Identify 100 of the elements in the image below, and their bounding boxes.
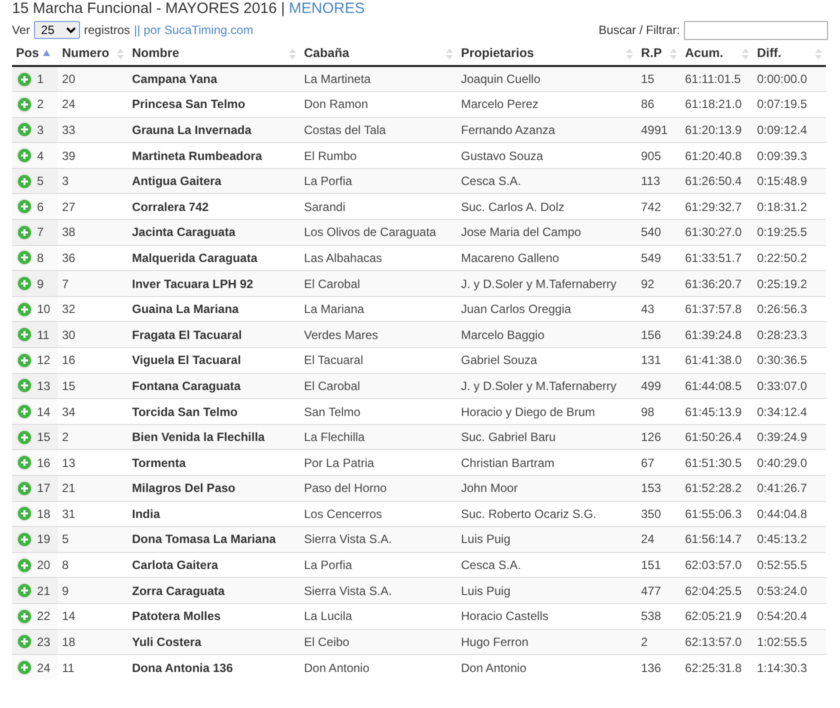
difference-cell: 0:45:13.2 xyxy=(753,526,826,552)
number-cell: 18 xyxy=(58,629,128,655)
expand-plus-icon[interactable] xyxy=(16,96,33,113)
difference-cell: 0:19:25.5 xyxy=(753,220,826,246)
number-cell: 3 xyxy=(58,168,128,194)
expand-plus-icon[interactable] xyxy=(16,556,33,574)
expand-plus-icon[interactable] xyxy=(16,505,33,522)
position-cell-text: 15 xyxy=(37,429,50,446)
position-cell-text: 12 xyxy=(37,352,50,370)
search-field[interactable] xyxy=(684,20,828,40)
cabana-cell: Don Antonio xyxy=(300,654,457,680)
expand-plus-icon[interactable] xyxy=(16,352,33,369)
position-cell-text: 1 xyxy=(37,71,44,88)
rp-cell: 24 xyxy=(637,526,681,552)
expand-plus-icon[interactable] xyxy=(16,249,33,266)
expand-plus-icon[interactable] xyxy=(16,480,33,497)
difference-cell: 0:39:24.9 xyxy=(753,424,826,450)
position-cell-text: 18 xyxy=(37,506,50,523)
name-cell: Fontana Caraguata xyxy=(128,373,300,399)
number-cell: 38 xyxy=(58,220,128,246)
expand-plus-icon[interactable] xyxy=(16,172,33,190)
position-cell-text: 16 xyxy=(37,454,50,472)
expand-plus-icon[interactable] xyxy=(16,633,33,650)
owners-cell: Don Antonio xyxy=(457,654,637,680)
expand-plus-icon[interactable] xyxy=(16,428,33,446)
number-cell: 21 xyxy=(58,476,128,502)
cabana-cell: Sierra Vista S.A. xyxy=(300,578,457,604)
rp-cell: 136 xyxy=(637,654,681,680)
expand-plus-icon[interactable] xyxy=(16,121,33,138)
credit-link[interactable]: || por SucaTiming.com xyxy=(134,21,254,39)
position-cell-text: 4 xyxy=(37,148,44,165)
expand-plus-icon[interactable] xyxy=(16,659,33,676)
position-cell-text: 2 xyxy=(37,96,44,114)
rp-cell: 126 xyxy=(637,424,681,450)
position-cell-text: 24 xyxy=(37,660,50,677)
rp-cell: 15 xyxy=(637,66,681,92)
total-time-cell: 62:25:31.8 xyxy=(681,654,753,680)
total-time-cell: 61:26:50.4 xyxy=(681,168,753,194)
expand-plus-icon[interactable] xyxy=(16,70,33,88)
owners-cell: Fernando Azanza xyxy=(457,117,637,143)
position-cell-text: 6 xyxy=(37,198,44,216)
name-cell: Fragata El Tacuaral xyxy=(128,322,300,348)
owners-cell: Cesca S.A. xyxy=(457,168,637,194)
owners-cell: Luis Puig xyxy=(457,578,637,604)
number-cell: 9 xyxy=(58,578,128,604)
expand-plus-icon[interactable] xyxy=(16,147,33,164)
cabana-cell: La Martineta xyxy=(300,66,457,92)
name-cell: Inver Tacuara LPH 92 xyxy=(128,270,300,296)
difference-cell: 0:25:19.2 xyxy=(753,270,826,296)
expand-plus-icon[interactable] xyxy=(16,582,33,600)
page-title: 15 Marcha Funcional - MAYORES 2016 | xyxy=(12,0,285,18)
difference-cell: 0:41:26.7 xyxy=(753,476,826,502)
rp-cell: 156 xyxy=(637,322,681,348)
total-time-cell: 61:30:27.0 xyxy=(681,220,753,246)
number-cell: 30 xyxy=(58,322,128,348)
position-cell-text: 22 xyxy=(37,608,50,626)
name-cell: Zorra Caraguata xyxy=(128,578,300,604)
position-cell-text: 10 xyxy=(37,301,50,318)
expand-plus-icon[interactable] xyxy=(16,530,33,548)
name-cell: Yuli Costera xyxy=(128,629,300,655)
expand-plus-icon[interactable] xyxy=(16,403,33,420)
name-cell: Milagros Del Paso xyxy=(128,476,300,502)
cabana-cell: La Flechilla xyxy=(300,424,457,450)
page-size-select[interactable]: 25 xyxy=(34,21,80,39)
expand-plus-icon[interactable] xyxy=(16,224,33,241)
total-time-cell: 61:36:20.7 xyxy=(681,270,753,296)
name-cell: Antigua Gaitera xyxy=(128,168,300,194)
total-time-cell: 61:52:28.2 xyxy=(681,476,753,502)
expand-plus-icon[interactable] xyxy=(16,275,33,292)
name-cell: Bien Venida la Flechilla xyxy=(128,424,300,450)
position-cell-text: 13 xyxy=(37,378,50,395)
expand-plus-icon[interactable] xyxy=(16,377,33,394)
expand-plus-icon[interactable] xyxy=(16,198,33,216)
total-time-cell: 62:13:57.0 xyxy=(681,629,753,655)
rp-cell: 477 xyxy=(637,578,681,604)
expand-plus-icon[interactable] xyxy=(16,454,33,472)
number-cell: 2 xyxy=(58,424,128,450)
number-cell: 15 xyxy=(58,373,128,399)
total-time-cell: 61:39:24.8 xyxy=(681,322,753,348)
number-cell: 11 xyxy=(58,654,128,680)
cabana-cell: El Carobal xyxy=(300,270,457,296)
number-cell: 5 xyxy=(58,526,128,552)
difference-cell: 0:28:23.3 xyxy=(753,322,826,348)
expand-plus-icon[interactable] xyxy=(16,300,33,318)
number-cell: 33 xyxy=(58,117,128,143)
menores-link[interactable]: MENORES xyxy=(288,0,365,18)
cabana-cell: El Ceibo xyxy=(300,629,457,655)
owners-cell: J. y D.Soler y M.Tafernaberry xyxy=(457,373,637,399)
position-cell-text: 5 xyxy=(37,173,44,190)
total-time-cell: 62:04:25.5 xyxy=(681,578,753,604)
number-cell: 20 xyxy=(58,66,128,92)
expand-plus-icon[interactable] xyxy=(16,608,33,625)
total-time-cell: 61:44:08.5 xyxy=(681,373,753,399)
rp-cell: 2 xyxy=(637,629,681,655)
expand-plus-icon[interactable] xyxy=(16,326,33,344)
records-label: registros xyxy=(84,22,130,39)
cabana-cell: Los Olivos de Caraguata xyxy=(300,220,457,246)
position-cell-text: 7 xyxy=(37,224,44,242)
owners-cell: Joaquin Cuello xyxy=(457,66,637,92)
rp-cell: 499 xyxy=(637,373,681,399)
